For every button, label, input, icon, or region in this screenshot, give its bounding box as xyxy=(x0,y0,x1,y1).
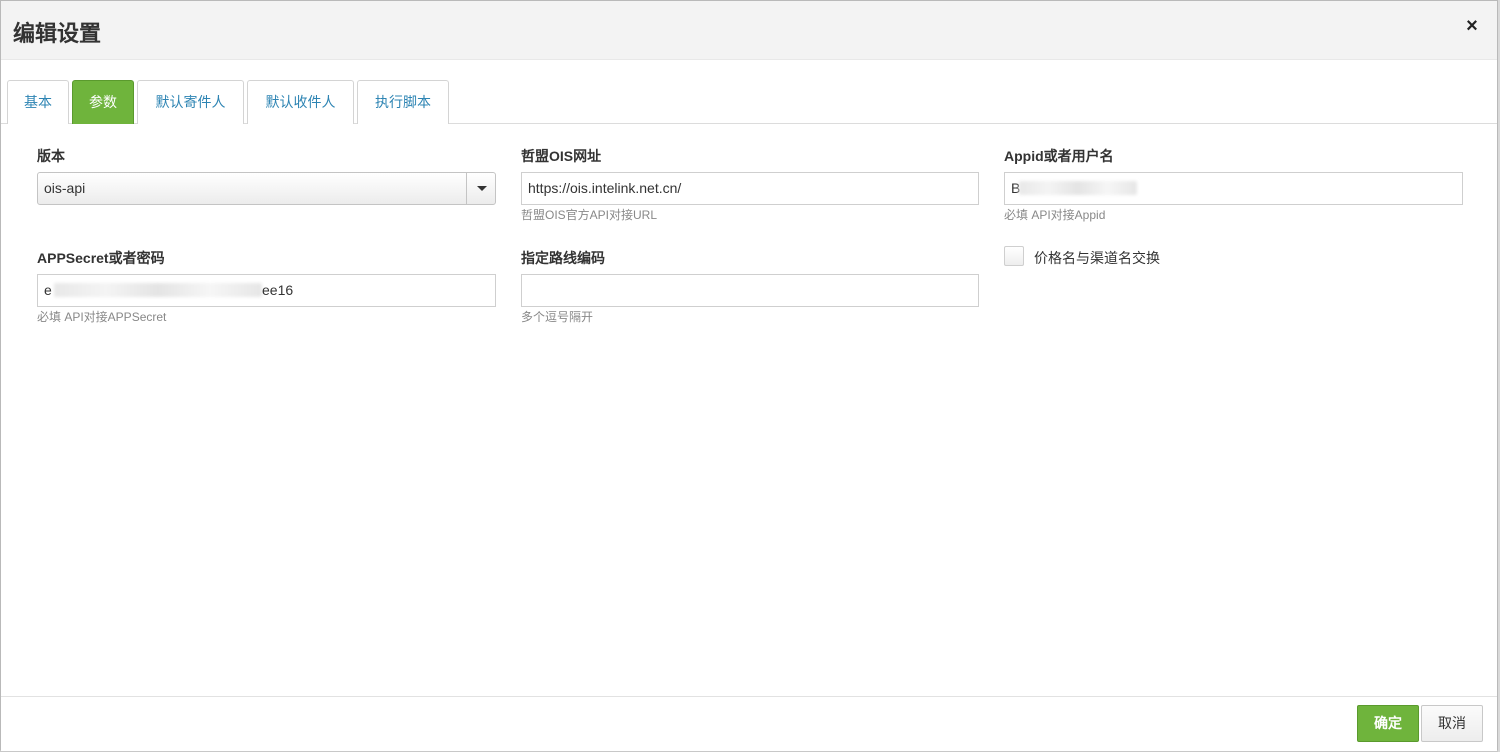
confirm-button[interactable]: 确定 xyxy=(1357,705,1419,742)
route-input[interactable] xyxy=(521,274,979,307)
redaction-blur xyxy=(1019,181,1137,195)
dialog-footer: 确定 取消 xyxy=(1,696,1497,751)
url-help: 哲盟OIS官方API对接URL xyxy=(521,208,658,222)
chevron-down-icon xyxy=(477,186,487,191)
tab-bar: 基本 参数 默认寄件人 默认收件人 执行脚本 xyxy=(1,61,1497,124)
edit-settings-dialog: 编辑设置 × 基本 参数 默认寄件人 默认收件人 执行脚本 版本 ois-api… xyxy=(0,0,1498,751)
url-label: 哲盟OIS网址 xyxy=(521,148,602,164)
tab-params[interactable]: 参数 xyxy=(72,80,134,124)
appid-help: 必填 API对接Appid xyxy=(1004,208,1106,222)
secret-input[interactable]: e ee16 xyxy=(37,274,496,307)
version-select[interactable]: ois-api xyxy=(37,172,496,205)
tab-default-recipient[interactable]: 默认收件人 xyxy=(247,80,354,124)
tab-execute-script[interactable]: 执行脚本 xyxy=(357,80,449,124)
secret-label: APPSecret或者密码 xyxy=(37,250,165,266)
version-select-value: ois-api xyxy=(44,180,86,196)
appid-label: Appid或者用户名 xyxy=(1004,148,1114,164)
secret-value-prefix: e xyxy=(44,282,52,298)
secret-value-suffix: ee16 xyxy=(262,282,294,298)
swap-label: 价格名与渠道名交换 xyxy=(1034,250,1160,266)
route-help: 多个逗号隔开 xyxy=(521,310,594,324)
route-label: 指定路线编码 xyxy=(521,250,605,266)
version-select-toggle[interactable] xyxy=(466,173,495,204)
version-label: 版本 xyxy=(37,148,65,164)
secret-help: 必填 API对接APPSecret xyxy=(37,310,167,324)
url-input[interactable]: https://ois.intelink.net.cn/ xyxy=(521,172,979,205)
dialog-header: 编辑设置 × xyxy=(1,1,1497,60)
swap-checkbox[interactable] xyxy=(1004,246,1024,266)
dialog-title: 编辑设置 xyxy=(13,21,102,46)
redaction-blur xyxy=(54,283,262,297)
tab-basic[interactable]: 基本 xyxy=(7,80,69,124)
tab-default-sender[interactable]: 默认寄件人 xyxy=(137,80,244,124)
appid-input[interactable]: B xyxy=(1004,172,1463,205)
cancel-button[interactable]: 取消 xyxy=(1421,705,1483,742)
close-icon[interactable]: × xyxy=(1463,15,1481,37)
